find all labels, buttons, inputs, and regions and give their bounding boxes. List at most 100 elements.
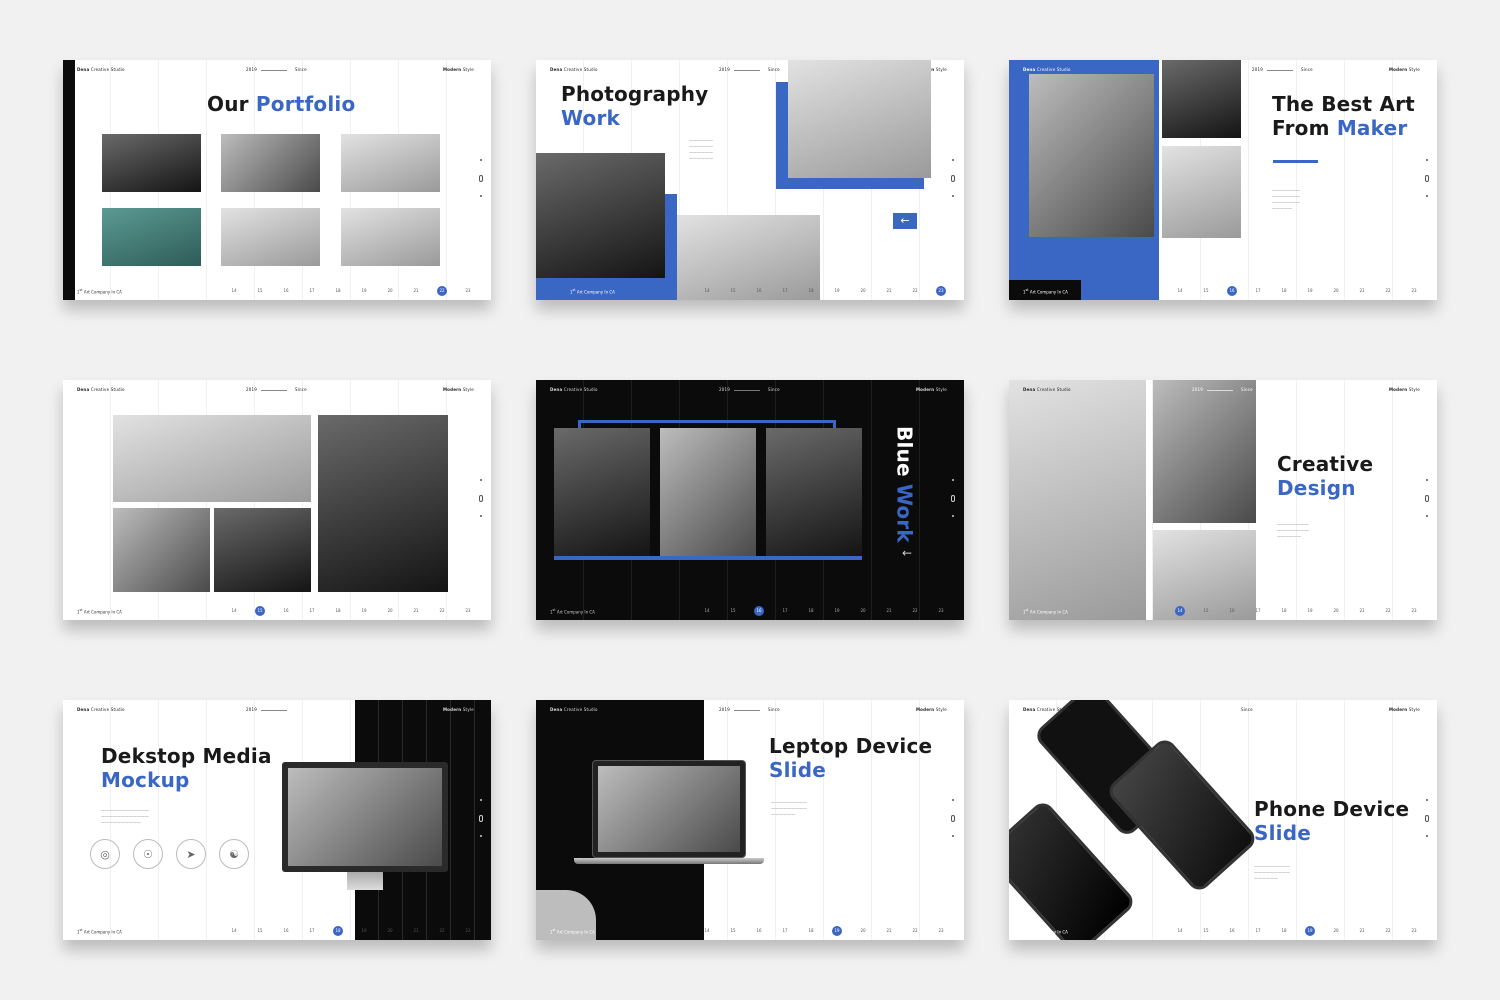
page-number[interactable]: 17 (299, 606, 325, 616)
page-number[interactable]: 14 (1167, 606, 1193, 616)
page-number[interactable]: 15 (247, 286, 273, 296)
page-number[interactable]: 22 (429, 926, 455, 936)
page-number[interactable]: 14 (694, 286, 720, 296)
page-number[interactable]: 20 (377, 606, 403, 616)
page-number[interactable]: 16 (1219, 286, 1245, 296)
pagination[interactable]: 14 15 16 17 18 19 20 21 22 23 (1167, 286, 1427, 296)
page-number[interactable]: 21 (1349, 286, 1375, 296)
page-number[interactable]: 21 (403, 606, 429, 616)
slide-phone-device[interactable]: Dena Creative Studio Since Modern Style … (1009, 700, 1437, 940)
page-number[interactable]: 18 (1271, 286, 1297, 296)
page-number[interactable]: 23 (928, 606, 954, 616)
page-number[interactable]: 22 (1375, 286, 1401, 296)
page-number[interactable]: 19 (1297, 606, 1323, 616)
page-number[interactable]: 17 (299, 926, 325, 936)
page-number[interactable]: 14 (221, 286, 247, 296)
page-number[interactable]: 14 (221, 606, 247, 616)
page-number[interactable]: 19 (351, 606, 377, 616)
page-number[interactable]: 17 (299, 286, 325, 296)
page-number[interactable]: 20 (850, 926, 876, 936)
page-number[interactable]: 23 (1401, 926, 1427, 936)
page-number[interactable]: 14 (1167, 286, 1193, 296)
page-number[interactable]: 23 (928, 926, 954, 936)
slide-photo-collage[interactable]: Dena Creative Studio 2019 Since Modern S… (63, 380, 491, 620)
page-number[interactable]: 21 (403, 286, 429, 296)
page-number[interactable]: 14 (694, 926, 720, 936)
page-number[interactable]: 22 (902, 926, 928, 936)
page-number[interactable]: 20 (850, 606, 876, 616)
page-number[interactable]: 15 (1193, 286, 1219, 296)
page-number[interactable]: 21 (876, 926, 902, 936)
page-number[interactable]: 19 (1297, 286, 1323, 296)
page-number[interactable]: 16 (1219, 606, 1245, 616)
page-number[interactable]: 16 (273, 926, 299, 936)
page-number[interactable]: 16 (746, 926, 772, 936)
page-number[interactable]: 15 (720, 286, 746, 296)
page-number[interactable]: 19 (824, 286, 850, 296)
pagination[interactable]: 14 15 16 17 18 19 20 21 22 23 (221, 286, 481, 296)
page-number[interactable]: 21 (1349, 606, 1375, 616)
pagination[interactable]: 14 15 16 17 18 19 20 21 22 23 (221, 606, 481, 616)
slide-blue-work[interactable]: Dena Creative Studio 2019 Since Modern S… (536, 380, 964, 620)
page-number[interactable]: 22 (902, 606, 928, 616)
page-number[interactable]: 18 (798, 926, 824, 936)
page-number[interactable]: 17 (1245, 286, 1271, 296)
page-number[interactable]: 21 (403, 926, 429, 936)
page-number[interactable]: 22 (429, 286, 455, 296)
page-number[interactable]: 19 (824, 606, 850, 616)
slide-best-art[interactable]: Dena Creative Studio 2019 Since Modern S… (1009, 60, 1437, 300)
page-number[interactable]: 21 (1349, 926, 1375, 936)
page-number[interactable]: 18 (1271, 606, 1297, 616)
page-number[interactable]: 16 (273, 606, 299, 616)
page-number[interactable]: 20 (377, 926, 403, 936)
pagination[interactable]: 14 15 16 17 18 19 20 21 22 23 (221, 926, 481, 936)
pagination[interactable]: 14 15 16 17 18 19 20 21 22 23 (1167, 926, 1427, 936)
page-number[interactable]: 17 (1245, 606, 1271, 616)
page-number[interactable]: 18 (1271, 926, 1297, 936)
page-number[interactable]: 14 (221, 926, 247, 936)
page-number[interactable]: 16 (746, 286, 772, 296)
pagination[interactable]: 14 15 16 17 18 19 20 21 22 23 (694, 286, 954, 296)
page-number[interactable]: 17 (1245, 926, 1271, 936)
slide-our-portfolio[interactable]: Dena Creative Studio 2019 Since Modern S… (63, 60, 491, 300)
page-number[interactable]: 15 (1193, 606, 1219, 616)
page-number[interactable]: 15 (720, 926, 746, 936)
page-number[interactable]: 19 (1297, 926, 1323, 936)
page-number[interactable]: 23 (928, 286, 954, 296)
page-number[interactable]: 19 (824, 926, 850, 936)
slide-laptop-device[interactable]: Dena Creative Studio 2019 Since Modern S… (536, 700, 964, 940)
page-number[interactable]: 20 (1323, 606, 1349, 616)
page-number[interactable]: 17 (772, 926, 798, 936)
arrow-left-button[interactable]: ← (893, 213, 917, 229)
page-number[interactable]: 23 (455, 286, 481, 296)
page-number[interactable]: 19 (351, 926, 377, 936)
page-number[interactable]: 16 (273, 286, 299, 296)
pagination[interactable]: 14 15 16 17 18 19 20 21 22 23 (694, 606, 954, 616)
page-number[interactable]: 16 (1219, 926, 1245, 936)
page-number[interactable]: 23 (455, 926, 481, 936)
pagination[interactable]: 14 15 16 17 18 19 20 21 22 23 (694, 926, 954, 936)
page-number[interactable]: 17 (772, 606, 798, 616)
page-number[interactable]: 18 (798, 286, 824, 296)
page-number[interactable]: 23 (1401, 606, 1427, 616)
page-number[interactable]: 14 (694, 606, 720, 616)
page-number[interactable]: 20 (1323, 926, 1349, 936)
page-number[interactable]: 22 (1375, 606, 1401, 616)
page-number[interactable]: 22 (1375, 926, 1401, 936)
page-number[interactable]: 23 (1401, 286, 1427, 296)
page-number[interactable]: 16 (746, 606, 772, 616)
page-number[interactable]: 20 (1323, 286, 1349, 296)
page-number[interactable]: 18 (325, 606, 351, 616)
page-number[interactable]: 21 (876, 286, 902, 296)
page-number[interactable]: 19 (351, 286, 377, 296)
page-number[interactable]: 20 (850, 286, 876, 296)
page-number[interactable]: 18 (325, 926, 351, 936)
page-number[interactable]: 22 (429, 606, 455, 616)
page-number[interactable]: 14 (1167, 926, 1193, 936)
page-number[interactable]: 15 (247, 926, 273, 936)
page-number[interactable]: 18 (325, 286, 351, 296)
page-number[interactable]: 23 (455, 606, 481, 616)
page-number[interactable]: 21 (876, 606, 902, 616)
page-number[interactable]: 17 (772, 286, 798, 296)
slide-desktop-mockup[interactable]: Dena Creative Studio 2019 Modern Style D… (63, 700, 491, 940)
